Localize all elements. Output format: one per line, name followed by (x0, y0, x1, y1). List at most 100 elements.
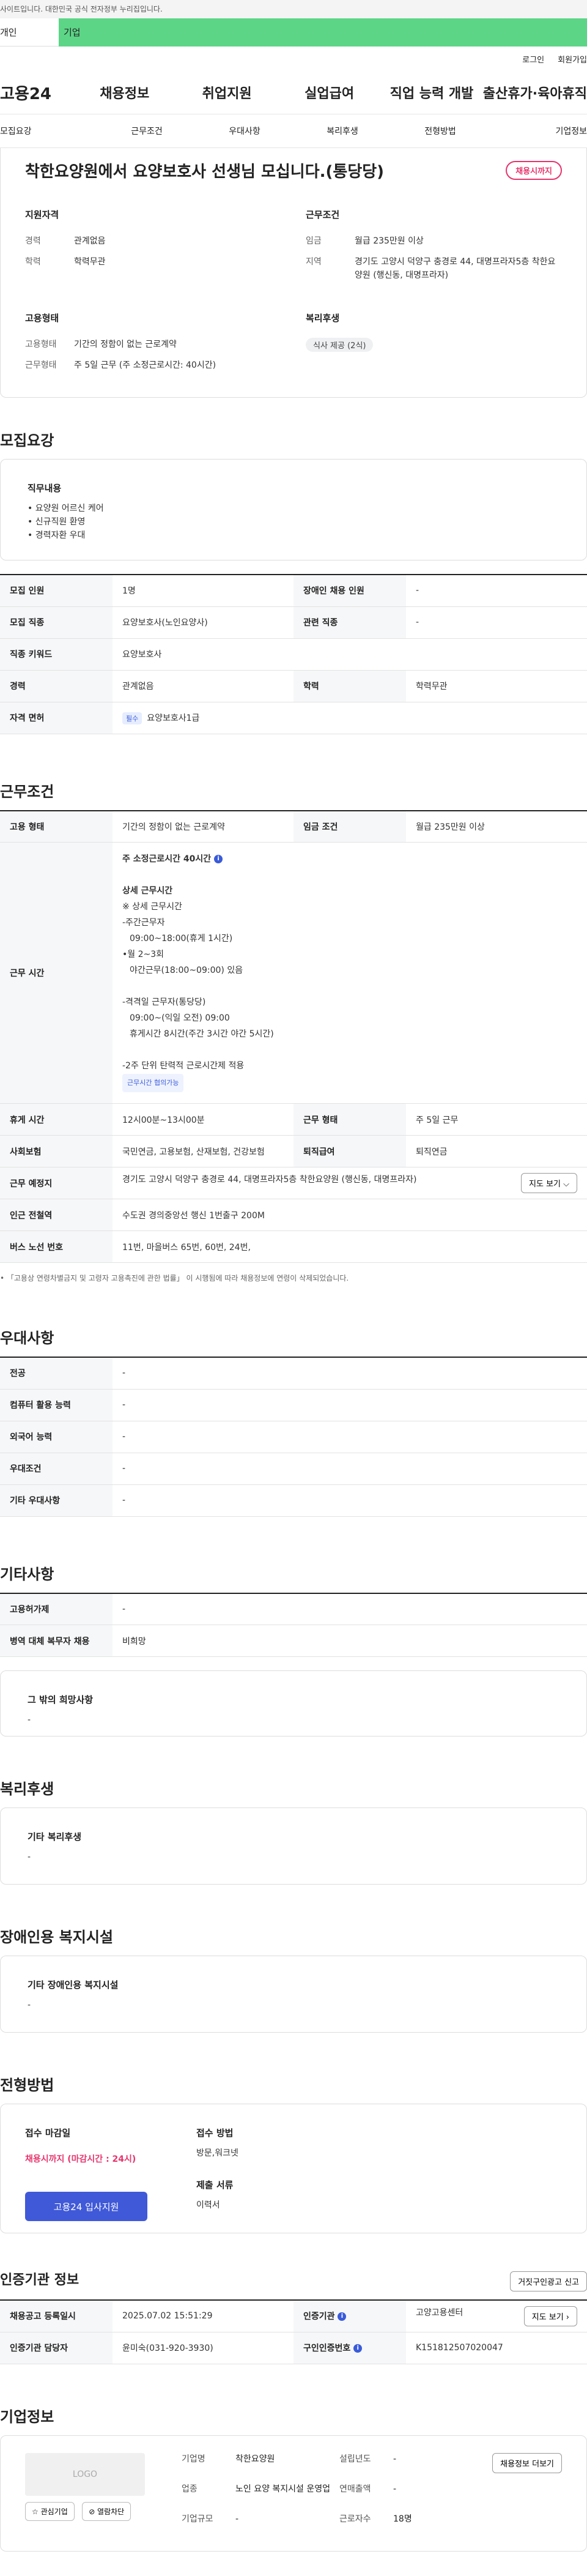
docs-value: 이력서 (196, 2200, 220, 2210)
gov-notice: 사이트입니다. 대한민국 공식 전자정부 누리집입니다. (0, 5, 163, 13)
label: 직종 키워드 (0, 638, 113, 671)
table-row: 모집 직종 요양보호사(노인요양사) 관련 직종 - (0, 606, 587, 639)
nav-item-unemployment-benefit[interactable]: 실업급여 (278, 83, 380, 102)
value: 기간의 정함이 없는 근로계약 (74, 340, 177, 349)
block-company-button[interactable]: ⊘ 열람차단 (82, 2501, 131, 2521)
hours-negotiable-tag: 근무시간 협의가능 (122, 1074, 184, 1092)
org-map-button[interactable]: 지도 보기 › (523, 2306, 577, 2326)
table-row: 전공 - (0, 1357, 587, 1390)
hours-line: 09:00~18:00(휴게 1시간) (130, 934, 233, 944)
value: - (113, 1389, 587, 1421)
tab-personal[interactable]: 개인 (0, 18, 59, 47)
hours-spacer (122, 1042, 577, 1058)
site-logo[interactable]: 고용24 (0, 81, 73, 104)
disabled-facilities-card: 기타 장애인용 복지시설 - (0, 1956, 587, 2033)
more-jobs-button[interactable]: 채용정보 더보기 (492, 2452, 562, 2473)
hours-line: ※ 상세 근무시간 (122, 902, 182, 912)
recruit-table: 모집 인원 1명 장애인 채용 인원 - 모집 직종 요양보호사(노인요양사) … (0, 574, 587, 734)
value: 11번, 마을버스 65번, 60번, 24번, (113, 1230, 587, 1263)
hours-line: 상세 근무시간 (122, 886, 173, 896)
nav-item-training[interactable]: 직업 능력 개발 (380, 83, 482, 102)
map-view-button[interactable]: 지도 보기 ⌵ (521, 1173, 577, 1193)
login-link[interactable]: 로그인 (522, 53, 544, 65)
value: 경기도 고양시 덕양구 충경로 44, 대명프라자5층 착한요양원 (행신동, … (355, 257, 556, 280)
hours-detail-cell: 주 소정근로시간 40시간 i 상세 근무시간 ※ 상세 근무시간 -주간근무자… (113, 842, 587, 1104)
disabled-heading: 기타 장애인용 복지시설 (28, 1979, 119, 1990)
method-heading: 접수 방법 (196, 2127, 234, 2139)
section-title-screening: 전형방법 (0, 2077, 54, 2094)
nav-item-jobs[interactable]: 채용정보 (73, 83, 175, 102)
duty-heading: 직무내용 (28, 483, 62, 494)
section-nav-welfare[interactable]: 복리후생 (294, 125, 391, 137)
value: 월급 235만원 이상 (355, 236, 424, 246)
others-table: 고용허가제 - 병역 대체 복무자 채용 비희망 (0, 1592, 587, 1657)
info-icon[interactable]: i (338, 2312, 347, 2321)
report-fake-ad-button[interactable]: 거짓구인광고 신고 (510, 2271, 587, 2291)
age-note: • 「고용상 연령차별금지 및 고령자 고용촉진에 관한 법률」 이 시행됨에 … (0, 1274, 349, 1282)
tab-corporate[interactable]: 기업 (59, 18, 587, 47)
org-cell: 지도 보기 › 고양고용센터 (406, 2300, 587, 2332)
label: 장애인 채용 인원 (294, 575, 406, 607)
signup-link[interactable]: 회원가입 (558, 53, 587, 65)
section-title-preference: 우대사항 (0, 1330, 54, 1347)
welfare-value: - (28, 1852, 31, 1862)
section-nav-company[interactable]: 기업정보 (489, 125, 587, 137)
table-row: 채용공고 등록일시 2025.07.02 15:51:29 인증기관 i 지도 … (0, 2300, 587, 2332)
value: 착한요양원 (235, 2454, 275, 2464)
table-row: 모집 인원 1명 장애인 채용 인원 - (0, 575, 587, 607)
label: 사회보험 (0, 1135, 113, 1167)
hours-line: 주 소정근로시간 40시간 i (122, 851, 577, 867)
label: 고용 형태 (0, 810, 113, 843)
section-nav-screening[interactable]: 전형방법 (391, 125, 489, 137)
section-nav-conditions[interactable]: 근무조건 (98, 125, 196, 137)
apply-button[interactable]: 고용24 입사지원 (25, 2192, 147, 2221)
value: 관계없음 (74, 236, 106, 246)
value: 주 5일 근무 (주 소정근로시간: 40시간) (74, 360, 216, 370)
value: 비희망 (113, 1625, 587, 1657)
value: 고양고용센터 (416, 2307, 463, 2318)
hope-card: 그 밖의 희망사항 - (0, 1670, 587, 1737)
section-nav-recruit[interactable]: 모집요강 (0, 125, 98, 137)
hope-value: - (28, 1715, 31, 1725)
label: 근로자수 (339, 2514, 371, 2525)
welfare-heading: 기타 복리후생 (28, 1831, 82, 1842)
info-icon[interactable]: i (214, 855, 223, 863)
label: 전공 (0, 1357, 113, 1390)
section-nav-preference[interactable]: 우대사항 (196, 125, 294, 137)
value: 요양보호사(노인요양사) (113, 606, 294, 639)
label: 기타 우대사항 (0, 1484, 113, 1517)
favorite-company-button[interactable]: ☆ 관심기업 (25, 2501, 75, 2521)
nav-item-parental-leave[interactable]: 출산휴가·육아휴직 (483, 83, 587, 102)
label: 모집 인원 (0, 575, 113, 607)
label: 연매출액 (339, 2484, 371, 2494)
table-row: 우대조건 - (0, 1453, 587, 1485)
value: - (393, 2484, 397, 2494)
hours-line-text: 주 소정근로시간 40시간 (122, 854, 212, 864)
hours-line (122, 867, 577, 883)
section-title-conditions: 근무조건 (0, 783, 54, 800)
disabled-value: - (28, 2000, 31, 2010)
section-title-company: 기업정보 (0, 2408, 54, 2425)
label: 임금 (306, 236, 322, 246)
gov-notice-bar: 사이트입니다. 대한민국 공식 전자정부 누리집입니다. (0, 0, 587, 18)
section-title-others: 기타사항 (0, 1565, 54, 1583)
hours-line: -격격일 근무자(통당당) (122, 997, 206, 1007)
table-row: 자격 면허 필수 요양보호사1급 (0, 702, 587, 734)
hours-line: •월 2~3회 (122, 950, 164, 959)
value: - (406, 606, 587, 639)
value: 월급 235만원 이상 (406, 810, 587, 843)
nav-item-employment-support[interactable]: 취업지원 (175, 83, 278, 102)
job-title: 착한요양원에서 요양보호사 선생님 모십니다.(통당당) (25, 162, 385, 181)
label: 경력 (25, 236, 41, 246)
value: 국민연금, 고용보험, 산재보험, 건강보험 (113, 1135, 294, 1167)
label: 인근 전철역 (0, 1199, 113, 1231)
info-icon[interactable]: i (353, 2344, 363, 2353)
value: 1명 (113, 575, 294, 607)
label: 퇴직급여 (294, 1135, 406, 1167)
cert-header: 거짓구인광고 신고 인증기관 정보 (0, 2269, 587, 2292)
label: 자격 면허 (0, 702, 113, 734)
hours-line: 휴게시간 8시간(주간 3시간 야간 5시간) (130, 1029, 274, 1039)
value: 12시00분~13시00분 (113, 1103, 294, 1136)
value: - (113, 1453, 587, 1485)
welfare-tag: 식사 제공 (2식) (306, 338, 374, 352)
